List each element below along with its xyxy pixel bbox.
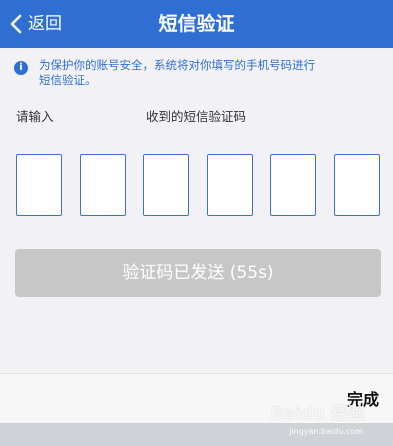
code-digit-box-2[interactable] [80,154,126,216]
code-digit-box-3[interactable] [143,154,189,216]
instruction-label-right: 收到的短信验证码 [146,109,247,124]
navigation-bar: 返回 短信验证 [0,0,393,48]
code-digit-box-4[interactable] [207,154,253,216]
code-digit-box-5[interactable] [270,154,316,216]
notice-line-2: 短信验证。 [39,73,97,87]
code-digit-box-6[interactable] [334,154,380,216]
notice-line-1: 为保护你的账号安全，系统将对你填写的手机号码进行 [39,58,315,72]
code-digit-box-1[interactable] [16,154,62,216]
notice-text: 为保护你的账号安全，系统将对你填写的手机号码进行 短信验证。 [39,58,315,88]
watermark-logo: Baidu 经验 [270,404,365,424]
security-notice: i 为保护你的账号安全，系统将对你填写的手机号码进行 短信验证。 [14,58,379,88]
resend-code-button[interactable]: 验证码已发送 (55s) [15,249,381,297]
info-icon: i [14,61,28,75]
page-title: 短信验证 [158,13,235,35]
instruction-label-left: 请输入 [16,109,54,124]
watermark-url: jingyan.baidu.com [289,427,363,436]
